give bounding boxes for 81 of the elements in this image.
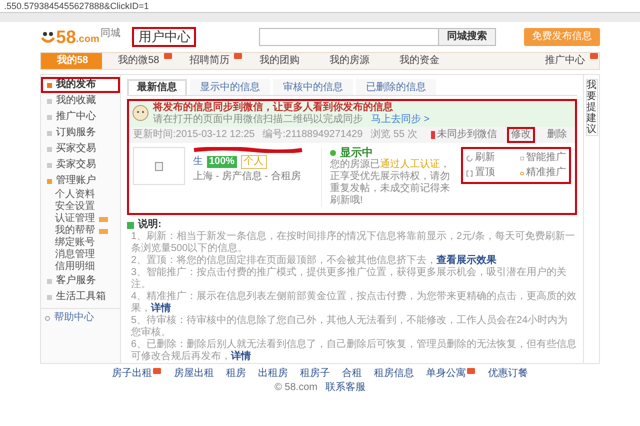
footer-link[interactable]: 优惠订餐 — [488, 368, 528, 380]
refresh-icon — [466, 154, 473, 162]
promotion-option[interactable]: 置顶 — [466, 167, 512, 179]
sidebar-item[interactable]: 推广中心 — [41, 109, 120, 125]
logo-domain: .com — [76, 34, 100, 46]
note-link[interactable]: 查看展示效果 — [436, 255, 497, 266]
banner-title: 将发布的信息同步到微信，让更多人看到你发布的信息 — [153, 102, 394, 114]
square-icon — [520, 154, 524, 162]
sidebar-subitem[interactable]: 消息管理 — [41, 249, 120, 261]
logo-city: 同城 — [100, 28, 120, 40]
sidebar-subitem[interactable]: 个人资料 — [41, 189, 120, 201]
sidebar-item[interactable]: 我的收藏 — [41, 93, 120, 109]
nav-tab[interactable]: 招聘简历 — [173, 53, 244, 69]
feedback-tab[interactable]: 我要提建议 — [586, 79, 598, 136]
footer-link[interactable]: 租房子 — [300, 368, 330, 380]
nav-tab[interactable]: 我的资金 — [383, 53, 454, 69]
logo-number: 58 — [56, 28, 76, 46]
contact-link[interactable]: 联系客服 — [325, 382, 366, 394]
nav-tab[interactable]: 我的团购 — [243, 53, 314, 69]
sidebar-item[interactable]: 卖家交易 — [41, 157, 120, 173]
help-link[interactable]: 帮助中心 — [41, 312, 120, 324]
cartoon-face-icon — [132, 103, 149, 123]
note-line: 5、待审核：待审核中的信息除了您自己外，其他人无法看到，不能修改，工作人员会在24小时内为您审核。 — [130, 315, 569, 338]
note-line: 6、已删除：删除后别人就无法看到信息了，自己删除后可恢复，管理员删除的无法恢复，但有些信息可修改合规后再发布，详情 — [130, 339, 577, 363]
footer-link[interactable]: 房屋出租 — [174, 368, 214, 380]
listing-number: 编号:21188949271429 — [262, 129, 363, 141]
copyright: © 58.com — [274, 382, 318, 394]
broken-image-icon — [155, 162, 163, 170]
promotion-option[interactable]: 智能推广 — [520, 152, 566, 164]
search-button[interactable]: 同城搜索 — [439, 28, 496, 46]
footer-link[interactable]: 合租 — [342, 368, 362, 380]
note-link[interactable]: 详情 — [231, 351, 251, 362]
note-link[interactable]: 详情 — [151, 303, 171, 314]
tab[interactable]: 审核中的信息 — [273, 79, 353, 95]
sidebar-item[interactable]: 生活工具箱 — [41, 289, 120, 305]
nav-tab[interactable]: 推广中心 — [529, 53, 599, 69]
sidebar-item[interactable]: 买家交易 — [41, 141, 120, 157]
sidebar-item[interactable]: 我的发布 — [41, 77, 120, 93]
listing-status: 显示中 — [340, 147, 373, 159]
nav-tab[interactable]: 我的房源 — [313, 53, 384, 69]
note-line: 4、精准推广：展示在信息列表左侧前部黄金位置，按点击付费，为您带来更精确的点击，更高质的效果，详情 — [130, 291, 577, 314]
credit-score: 100% — [207, 156, 237, 168]
promotion-option[interactable]: 精准推广 — [520, 167, 566, 179]
nav-tab[interactable]: 我的微58 — [102, 53, 174, 69]
owner-type: 个人 — [240, 155, 267, 169]
sidebar-subitem[interactable]: 绑定账号 — [41, 237, 120, 249]
search-field[interactable] — [259, 28, 439, 46]
note-line: 1、刷新：相当于新发一条信息，在按时间排序的情况下信息将靠前显示，2元/条，每天可免费刷新一条浏览量500以下的信息。 — [130, 231, 576, 254]
owner-label: 生 — [193, 156, 203, 168]
banner-text: 请在打开的页面中用微信扫描二维码以完成同步 — [153, 114, 363, 126]
target-icon — [520, 170, 524, 176]
footer-link[interactable]: 房子出租 — [112, 368, 162, 380]
action-link[interactable]: 删除 — [543, 127, 571, 143]
update-time: 更新时间:2015-03-12 12:25 — [133, 129, 255, 141]
tab[interactable]: 显示中的信息 — [190, 79, 270, 95]
action-link[interactable]: 修改 — [507, 127, 535, 143]
sidebar-item[interactable]: 管理账户 — [41, 173, 120, 189]
tab[interactable]: 已删除的信息 — [356, 79, 436, 95]
view-count: 浏览 55 次 — [370, 129, 418, 141]
sidebar-subitem[interactable]: 安全设置 — [41, 201, 120, 213]
sync-link[interactable]: 马上去同步 > — [371, 114, 430, 126]
note-line: 2、置顶：将您的信息固定排在页面最顶部，不会被其他信息挤下去，查看展示效果 — [130, 255, 498, 266]
notes-title: 说明: — [138, 219, 162, 230]
bracket-icon — [466, 170, 473, 176]
footer-link[interactable]: 出租房 — [258, 368, 288, 380]
footer-link[interactable]: 租房 — [226, 368, 246, 380]
sidebar-subitem[interactable]: 认证管理 — [41, 213, 120, 225]
sidebar-item[interactable]: 订购服务 — [41, 125, 120, 141]
tab[interactable]: 最新信息 — [127, 79, 187, 95]
sidebar-subitem[interactable]: 我的帮帮 — [41, 225, 120, 237]
wechat-sync-link[interactable]: 未同步到微信 — [429, 127, 499, 143]
promotion-option[interactable]: 刷新 — [466, 152, 512, 164]
listing-category: 上海 - 房产信息 - 合租房 — [193, 171, 302, 183]
page-title: 用户中心 — [132, 27, 196, 47]
footer-link[interactable]: 单身公寓 — [426, 368, 476, 380]
footer-link[interactable]: 租房信息 — [374, 368, 414, 380]
sidebar-subitem[interactable]: 信用明细 — [41, 261, 120, 273]
status-description: 您的房源已通过人工认证，正享受优先展示特权，请勿重复发帖，未成交前记得来刷新哦! — [330, 159, 451, 207]
sidebar-item[interactable]: 客户服务 — [41, 273, 120, 289]
notes-icon — [127, 222, 134, 228]
note-line: 3、智能推广：按点击付费的推广模式，提供更多推广位置，获得更多展示机会，吸引潜在用户的关注。 — [130, 267, 568, 290]
